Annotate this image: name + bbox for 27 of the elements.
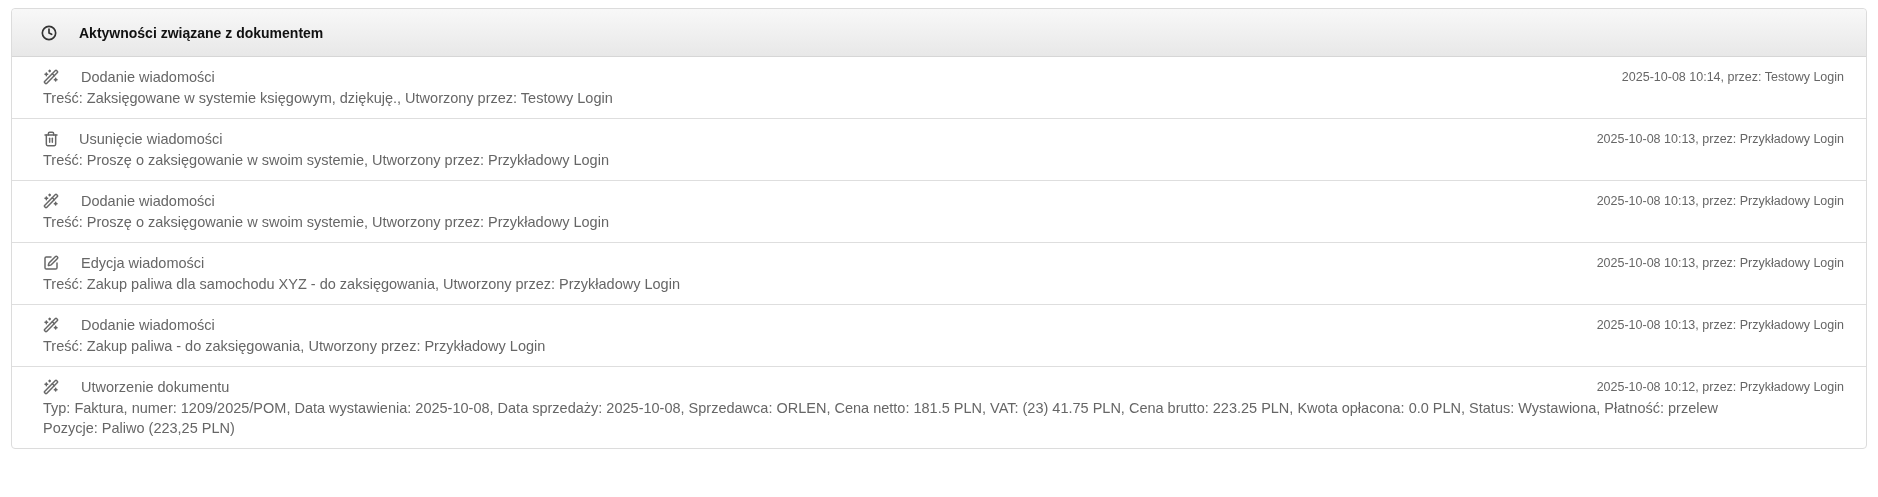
activity-timestamp: 2025-10-08 10:12, przez: Przykładowy Login	[1596, 380, 1844, 394]
activity-title: Dodanie wiadomości	[81, 193, 215, 209]
trash-icon	[43, 131, 59, 147]
magic-wand-icon	[43, 317, 59, 333]
activity-details: Treść: Proszę o zaksięgowanie w swoim systemie, Utworzony przez: Przykładowy Login	[43, 151, 610, 170]
panel-title: Aktywności związane z dokumentem	[79, 24, 324, 41]
activity-details: Typ: Faktura, numer: 1209/2025/POM, Data wystawienia: 2025-10-08, Data sprzedaży: 2025-10-08, Sprzedawca: ORLEN, Cena netto: 181.5 PLN, VAT: (23) 41.75 PLN, Cena brutto: 223.25 PLN, Kwota opłacona: 0.0 PLN, Status: Wystawiona, Płatność: przelew	[43, 399, 1719, 418]
activity-details: Treść: Zaksięgowane w systemie księgowym, dziękuję., Utworzony przez: Testowy Login	[43, 89, 614, 108]
activity-timestamp: 2025-10-08 10:13, przez: Przykładowy Login	[1596, 256, 1844, 270]
activity-details: Treść: Zakup paliwa - do zaksięgowania, Utworzony przez: Przykładowy Login	[43, 337, 547, 356]
activity-timestamp: 2025-10-08 10:13, przez: Przykładowy Login	[1596, 132, 1844, 146]
activity-details: Treść: Proszę o zaksięgowanie w swoim systemie, Utworzony przez: Przykładowy Login	[43, 213, 610, 232]
activity-timestamp: 2025-10-08 10:14, przez: Testowy Login	[1621, 70, 1844, 84]
activity-title: Usunięcie wiadomości	[79, 131, 223, 147]
activity-details: Treść: Zakup paliwa dla samochodu XYZ - do zaksięgowania, Utworzony przez: Przykładowy Login	[43, 275, 681, 294]
edit-icon	[43, 255, 59, 271]
activity-timestamp: 2025-10-08 10:13, przez: Przykładowy Login	[1596, 318, 1844, 332]
activity-title: Edycja wiadomości	[81, 255, 205, 271]
activity-title: Dodanie wiadomości	[81, 317, 215, 333]
activity-timestamp: 2025-10-08 10:13, przez: Przykładowy Login	[1596, 194, 1844, 208]
activity-title: Dodanie wiadomości	[81, 69, 215, 85]
magic-wand-icon	[43, 69, 59, 85]
magic-wand-icon	[43, 379, 59, 395]
activity-details: Pozycje: Paliwo (223,25 PLN)	[43, 419, 236, 438]
activity-title: Utworzenie dokumentu	[81, 379, 230, 395]
magic-wand-icon	[43, 193, 59, 209]
clock-icon	[41, 24, 57, 41]
